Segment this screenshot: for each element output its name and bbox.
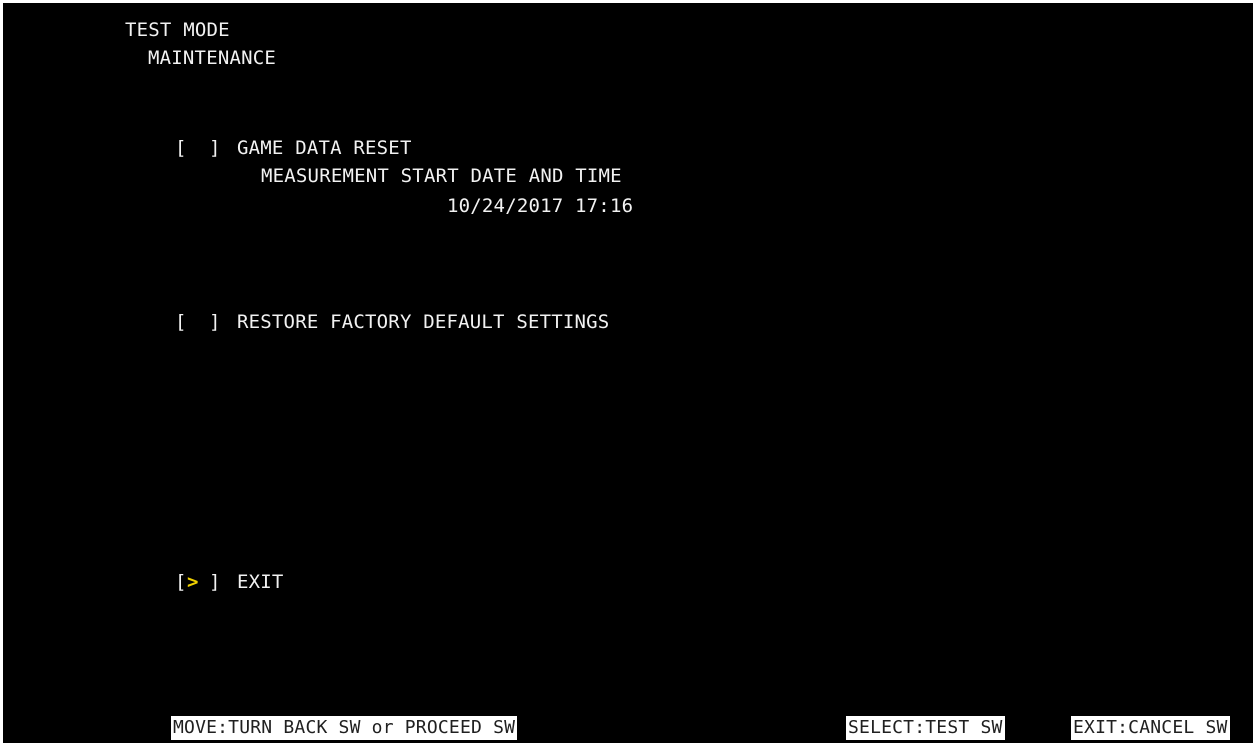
selection-bracket: [ ] [175,135,231,161]
test-mode-screen: TEST MODE MAINTENANCE [ ] GAME DATA RESE… [3,3,1253,743]
menu-item-game-data-reset[interactable]: [ ] GAME DATA RESET [175,135,412,161]
bracket-left: [ [175,571,187,593]
bracket-left: [ [175,311,187,333]
bracket-right: ] [209,571,221,593]
bracket-right: ] [209,311,221,333]
measurement-start-value: 10/24/2017 17:16 [447,195,634,217]
measurement-start-label: MEASUREMENT START DATE AND TIME [261,165,622,187]
menu-item-exit[interactable]: [ > ] EXIT [175,569,284,595]
selection-bracket: [ > ] [175,569,231,595]
bracket-left: [ [175,137,187,159]
selection-bracket: [ ] [175,309,231,335]
page-subtitle: MAINTENANCE [148,47,277,69]
selection-cursor-icon: > [187,571,199,593]
menu-item-label: RESTORE FACTORY DEFAULT SETTINGS [237,311,610,333]
page-title: TEST MODE [125,19,230,41]
footer-move-instruction: MOVE:TURN BACK SW or PROCEED SW [171,716,518,740]
footer-exit-instruction: EXIT:CANCEL SW [1071,716,1230,740]
footer-select-instruction: SELECT:TEST SW [846,716,1005,740]
menu-item-label: GAME DATA RESET [237,137,412,159]
menu-item-restore-factory-defaults[interactable]: [ ] RESTORE FACTORY DEFAULT SETTINGS [175,309,609,335]
bracket-right: ] [209,137,221,159]
menu-item-label: EXIT [237,571,284,593]
